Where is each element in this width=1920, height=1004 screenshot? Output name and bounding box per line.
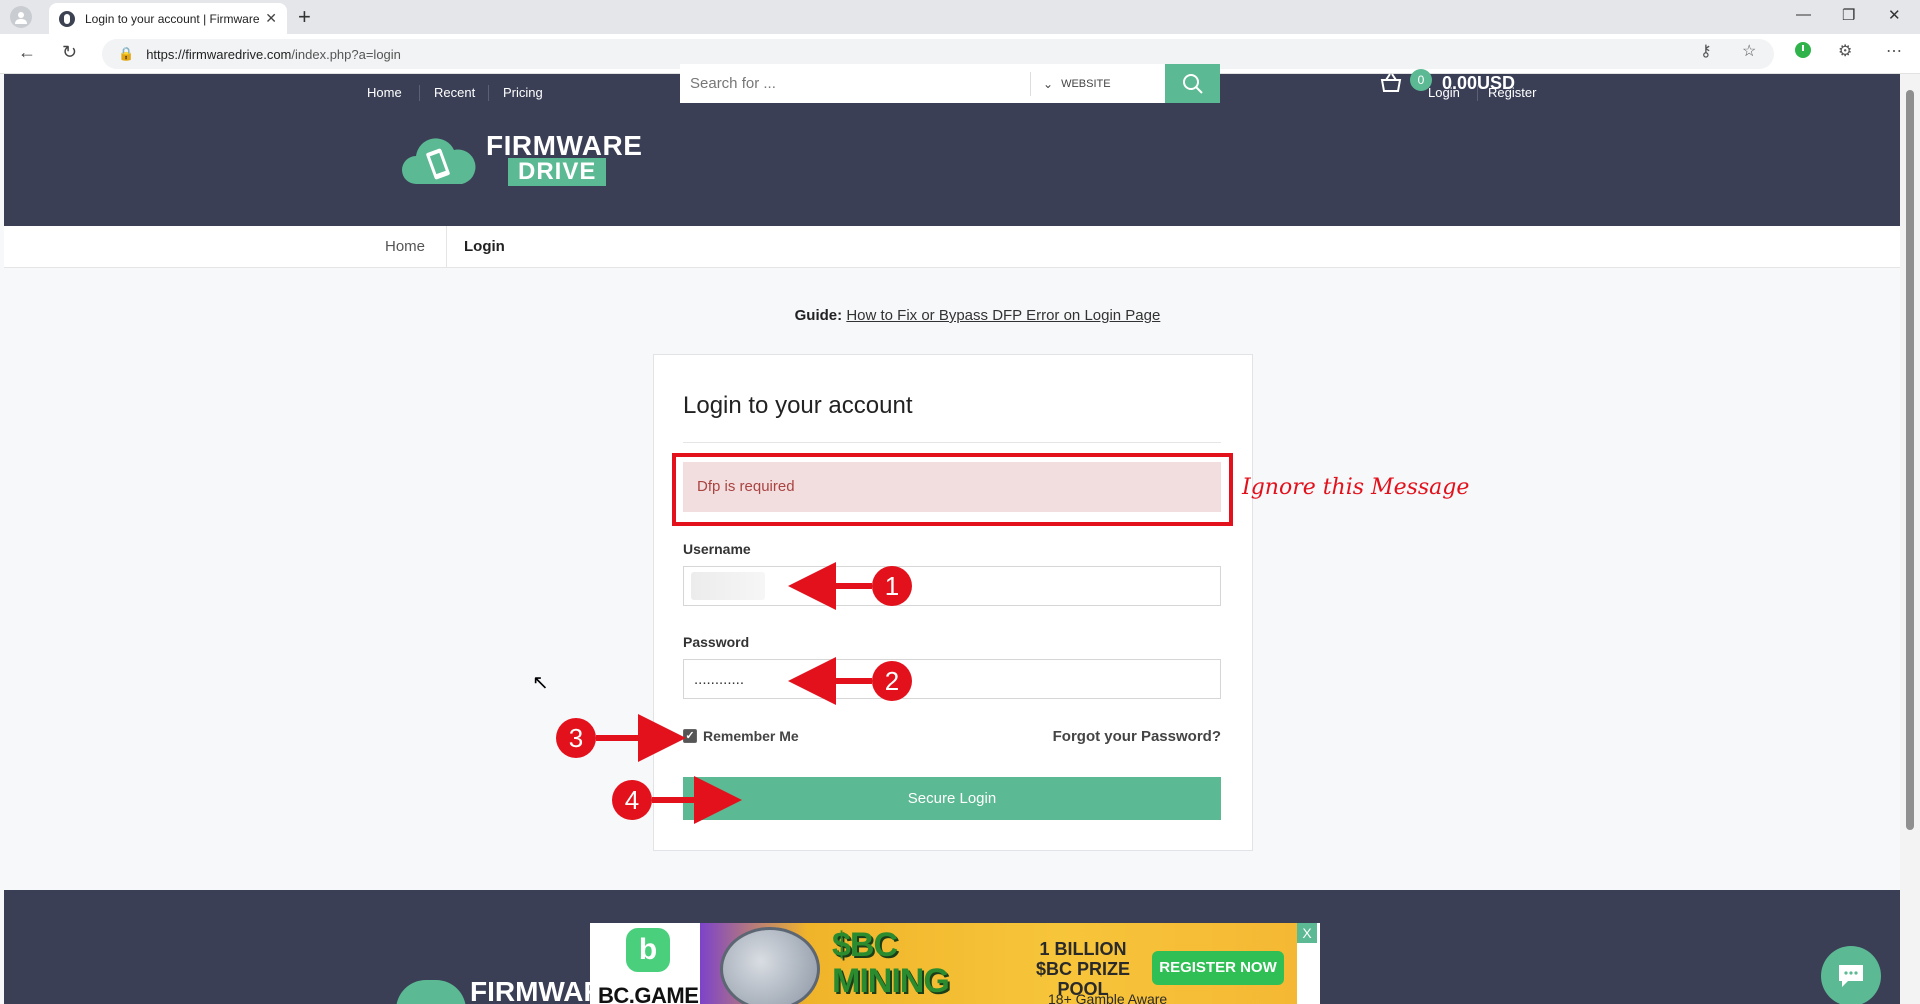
ad-brand-panel: b BC.GAME (590, 923, 700, 1004)
coin-icon (720, 927, 820, 1004)
step-3-label: 3 (569, 723, 583, 753)
ad-register-button[interactable]: REGISTER NOW (1152, 951, 1284, 985)
ad-brand: BC.GAME (598, 983, 699, 1004)
mouse-cursor-icon: ↖ (532, 672, 549, 694)
ad-prize: 1 BILLION $BC PRIZE POOL (1035, 939, 1131, 999)
annotation-arrows: 1 2 3 4 (556, 562, 912, 824)
step-4-label: 4 (625, 785, 639, 815)
step-2-label: 2 (885, 666, 899, 696)
scrollbar-thumb[interactable] (1906, 90, 1914, 830)
ad-banner[interactable]: b BC.GAME $BC MINING RUSH! 1 BILLION $BC… (590, 923, 1320, 1004)
step-1-label: 1 (885, 571, 899, 601)
bc-game-logo-icon: b (626, 928, 670, 972)
chat-button[interactable] (1821, 946, 1881, 1004)
ad-creative: $BC MINING RUSH! 1 BILLION $BC PRIZE POO… (700, 923, 1297, 1004)
ad-close-button[interactable]: X (1297, 923, 1317, 943)
ad-headline: $BC MINING RUSH! (832, 926, 950, 1004)
ad-age-notice: 18+ Gamble Aware (1048, 991, 1168, 1004)
chat-bubble-icon (1839, 965, 1863, 987)
